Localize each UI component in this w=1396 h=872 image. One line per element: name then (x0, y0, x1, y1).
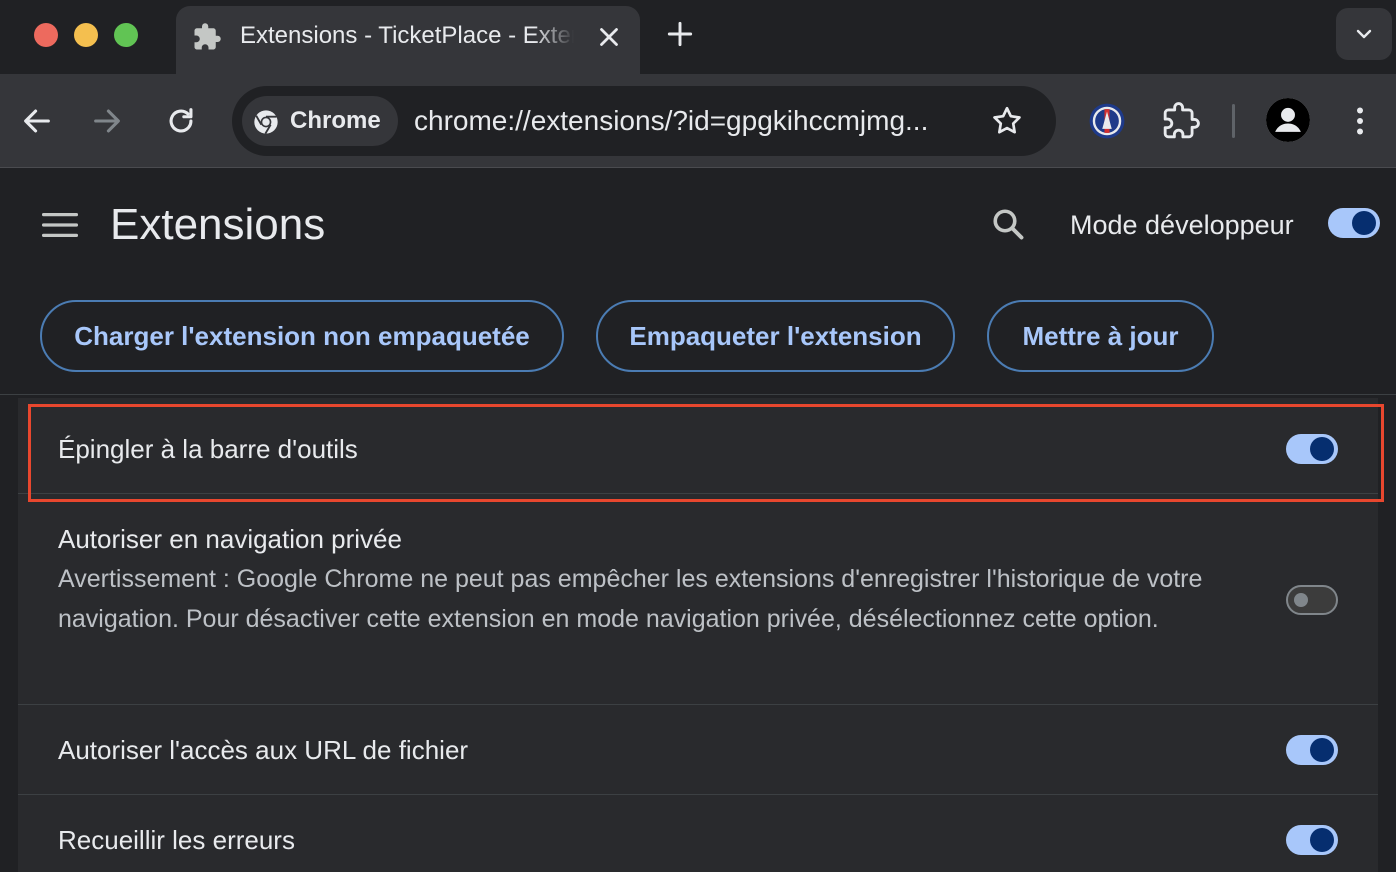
setting-label: Recueillir les erreurs (58, 825, 295, 855)
update-button[interactable]: Mettre à jour (987, 300, 1214, 372)
close-icon[interactable] (594, 22, 624, 52)
toolbar-divider (1232, 104, 1235, 138)
puzzle-icon (194, 23, 221, 50)
minimize-window-button[interactable] (74, 23, 98, 47)
tab-strip: Extensions - TicketPlace - Extension (0, 0, 1396, 74)
profile-button[interactable] (1266, 98, 1310, 142)
chip-label: Chrome (290, 107, 381, 134)
reload-icon[interactable] (164, 104, 198, 138)
setting-row-incognito: Autoriser en navigation privée Avertisse… (18, 494, 1378, 705)
plus-icon[interactable] (664, 18, 696, 50)
close-window-button[interactable] (34, 23, 58, 47)
active-tab[interactable]: Extensions - TicketPlace - Extension (176, 6, 640, 74)
load-unpacked-button[interactable]: Charger l'extension non empaquetée (40, 300, 564, 372)
dev-mode-label: Mode développeur (1070, 210, 1294, 240)
profile-icon (1266, 98, 1310, 142)
setting-description: Avertissement : Google Chrome ne peut pa… (58, 565, 1203, 633)
site-info-chip[interactable]: Chrome (242, 96, 398, 146)
incognito-toggle[interactable] (1286, 585, 1338, 615)
chrome-icon (254, 110, 278, 135)
dev-mode-toggle[interactable] (1328, 208, 1380, 238)
file-url-access-toggle[interactable] (1286, 735, 1338, 765)
browser-toolbar: Chrome chrome://extensions/?id=gpgkihccm… (0, 74, 1396, 168)
highlight-box (28, 404, 1384, 502)
setting-label: Autoriser l'accès aux URL de fichier (58, 735, 469, 765)
toggle-knob (1294, 593, 1308, 607)
collect-errors-toggle[interactable] (1286, 825, 1338, 855)
address-bar[interactable]: Chrome chrome://extensions/?id=gpgkihccm… (232, 86, 1056, 156)
star-icon[interactable] (990, 104, 1024, 138)
chevron-down-icon (1356, 29, 1372, 39)
search-icon[interactable] (990, 206, 1026, 242)
psg-extension-icon[interactable] (1088, 102, 1126, 140)
maximize-window-button[interactable] (114, 23, 138, 47)
url-text[interactable]: chrome://extensions/?id=gpgkihccmjmg... (414, 105, 974, 137)
toggle-knob (1310, 738, 1334, 762)
pack-extension-button[interactable]: Empaqueter l'extension (596, 300, 955, 372)
setting-row-errors: Recueillir les erreurs (18, 795, 1378, 872)
menu-icon[interactable] (42, 211, 78, 239)
tab-search-button[interactable] (1336, 8, 1392, 60)
back-arrow-icon[interactable] (20, 104, 54, 138)
header-divider (0, 394, 1396, 395)
setting-row-file-urls: Autoriser l'accès aux URL de fichier (18, 705, 1378, 795)
more-vert-icon[interactable] (1342, 102, 1378, 140)
page-title: Extensions (110, 200, 326, 249)
toggle-knob (1352, 211, 1376, 235)
puzzle-icon[interactable] (1162, 102, 1200, 140)
extensions-page: Extensions Mode développeur Charger l'ex… (0, 168, 1396, 872)
setting-label: Autoriser en navigation privée (58, 524, 402, 554)
tab-title: Extensions - TicketPlace - Extension (240, 20, 574, 52)
toggle-knob (1310, 828, 1334, 852)
forward-arrow-icon[interactable] (90, 104, 124, 138)
